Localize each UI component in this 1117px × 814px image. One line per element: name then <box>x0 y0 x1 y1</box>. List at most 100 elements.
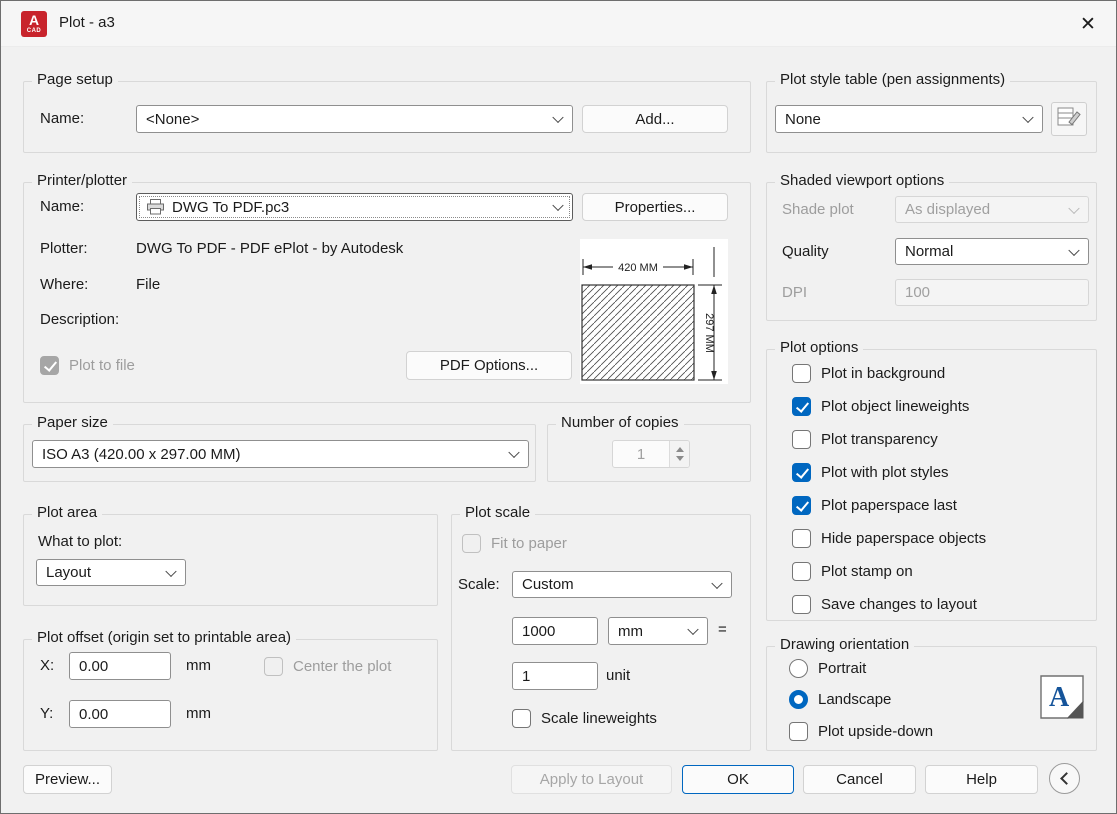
hide-paperspace-objects-checkbox[interactable] <box>792 529 811 548</box>
plot-option-row[interactable]: Plot stamp on <box>792 562 913 581</box>
plot-style-table-legend: Plot style table (pen assignments) <box>775 71 1010 88</box>
number-of-copies-legend: Number of copies <box>556 414 684 431</box>
spin-up-icon[interactable] <box>676 447 684 452</box>
plot-option-row[interactable]: Save changes to layout <box>792 595 977 614</box>
plot-options-legend: Plot options <box>775 339 863 356</box>
plot-upside-down-checkbox[interactable] <box>789 722 808 741</box>
plot-object-lineweights-checkbox[interactable] <box>792 397 811 416</box>
scale-value: Custom <box>522 576 574 593</box>
scale-select[interactable]: Custom <box>512 571 732 598</box>
plot-option-label: Save changes to layout <box>821 596 977 613</box>
plot-upside-down-row[interactable]: Plot upside-down <box>789 722 933 741</box>
cancel-button[interactable]: Cancel <box>803 765 916 794</box>
where-value: File <box>136 275 160 295</box>
plot-scale-group: Plot scale Fit to paper Scale: Custom 10… <box>451 514 751 751</box>
fit-to-paper-row: Fit to paper <box>462 534 567 553</box>
offset-y-input[interactable]: 0.00 <box>69 700 171 728</box>
plot-option-label: Plot stamp on <box>821 563 913 580</box>
help-button[interactable]: Help <box>925 765 1038 794</box>
plot-option-row[interactable]: Plot object lineweights <box>792 397 969 416</box>
plot-paperspace-last-checkbox[interactable] <box>792 496 811 515</box>
collapse-options-button[interactable] <box>1049 763 1080 794</box>
plot-scale-legend: Plot scale <box>460 504 535 521</box>
plot-option-row[interactable]: Plot transparency <box>792 430 938 449</box>
plot-option-label: Plot in background <box>821 365 945 382</box>
logo-subtext: CAD <box>21 28 47 34</box>
scale-label: Scale: <box>458 575 500 595</box>
printer-plotter-group: Printer/plotter Name: DWG To PDF.pc3 Pro… <box>23 182 751 403</box>
plot-option-label: Plot object lineweights <box>821 398 969 415</box>
fit-to-paper-label: Fit to paper <box>491 535 567 552</box>
save-changes-to-layout-checkbox[interactable] <box>792 595 811 614</box>
scale-lineweights-label: Scale lineweights <box>541 710 657 727</box>
what-to-plot-select[interactable]: Layout <box>36 559 186 586</box>
plot-area-group: Plot area What to plot: Layout <box>23 514 438 606</box>
dpi-input: 100 <box>895 279 1089 306</box>
plot-in-background-checkbox[interactable] <box>792 364 811 383</box>
plot-with-plot-styles-checkbox[interactable] <box>792 463 811 482</box>
scale-lineweights-checkbox[interactable] <box>512 709 531 728</box>
printer-icon <box>146 199 165 215</box>
pdf-options-button[interactable]: PDF Options... <box>406 351 572 380</box>
plot-options-group: Plot options Plot in background Plot obj… <box>766 349 1097 621</box>
edit-plot-style-button[interactable] <box>1051 102 1087 136</box>
paper-height-dimension: 297 MM <box>703 313 715 353</box>
offset-x-input[interactable]: 0.00 <box>69 652 171 680</box>
properties-button[interactable]: Properties... <box>582 193 728 221</box>
plot-upside-down-label: Plot upside-down <box>818 723 933 740</box>
scale-lineweights-row[interactable]: Scale lineweights <box>512 709 657 728</box>
plot-option-row[interactable]: Hide paperspace objects <box>792 529 986 548</box>
add-page-setup-button[interactable]: Add... <box>582 105 728 133</box>
orientation-letter: A <box>1049 682 1070 713</box>
plot-option-row[interactable]: Plot paperspace last <box>792 496 957 515</box>
plot-option-row[interactable]: Plot with plot styles <box>792 463 949 482</box>
what-to-plot-value: Layout <box>46 564 91 581</box>
plot-style-table-value: None <box>785 111 821 128</box>
autocad-logo-icon: A CAD <box>21 11 47 37</box>
title-bar: A CAD Plot - a3 ✕ <box>1 1 1116 47</box>
paper-preview: 420 MM 297 MM <box>580 239 728 384</box>
plotter-label: Plotter: <box>40 239 88 259</box>
close-icon[interactable]: ✕ <box>1070 6 1106 42</box>
landscape-radio[interactable] <box>789 690 808 709</box>
portrait-label: Portrait <box>818 660 866 677</box>
center-the-plot-checkbox <box>264 657 283 676</box>
shade-plot-value: As displayed <box>905 201 990 218</box>
ok-button[interactable]: OK <box>682 765 794 794</box>
drawing-units-value: 1 <box>522 668 530 685</box>
chevron-down-icon <box>508 447 519 458</box>
drawing-units-input[interactable]: 1 <box>512 662 598 690</box>
plot-option-label: Plot with plot styles <box>821 464 949 481</box>
spin-down-icon[interactable] <box>676 456 684 461</box>
portrait-row[interactable]: Portrait <box>789 659 866 678</box>
plot-to-file-row: Plot to file <box>40 356 135 375</box>
printer-name-select[interactable]: DWG To PDF.pc3 <box>136 193 573 221</box>
quality-select[interactable]: Normal <box>895 238 1089 265</box>
plot-stamp-on-checkbox[interactable] <box>792 562 811 581</box>
portrait-radio[interactable] <box>789 659 808 678</box>
plot-transparency-checkbox[interactable] <box>792 430 811 449</box>
paper-size-legend: Paper size <box>32 414 113 431</box>
landscape-row[interactable]: Landscape <box>789 690 891 709</box>
plot-to-file-checkbox[interactable] <box>40 356 59 375</box>
paper-size-select[interactable]: ISO A3 (420.00 x 297.00 MM) <box>32 440 529 468</box>
preview-button[interactable]: Preview... <box>23 765 112 794</box>
edit-plot-style-icon <box>1057 106 1081 132</box>
paper-units-select[interactable]: mm <box>608 617 708 645</box>
quality-value: Normal <box>905 243 953 260</box>
chevron-down-icon <box>711 577 722 588</box>
fit-to-paper-checkbox <box>462 534 481 553</box>
printer-name-value: DWG To PDF.pc3 <box>172 199 289 216</box>
logo-letter: A <box>21 13 47 28</box>
shade-plot-select: As displayed <box>895 196 1089 223</box>
plot-style-table-select[interactable]: None <box>775 105 1043 133</box>
drawing-orientation-group: Drawing orientation Portrait Landscape P… <box>766 646 1097 751</box>
paper-units-input[interactable]: 1000 <box>512 617 598 645</box>
copies-value: 1 <box>613 441 669 467</box>
apply-to-layout-button: Apply to Layout <box>511 765 672 794</box>
page-setup-name-select[interactable]: <None> <box>136 105 573 133</box>
plot-option-row[interactable]: Plot in background <box>792 364 945 383</box>
paper-width-dimension: 420 MM <box>618 262 658 274</box>
plot-option-label: Plot transparency <box>821 431 938 448</box>
quality-label: Quality <box>782 242 829 262</box>
